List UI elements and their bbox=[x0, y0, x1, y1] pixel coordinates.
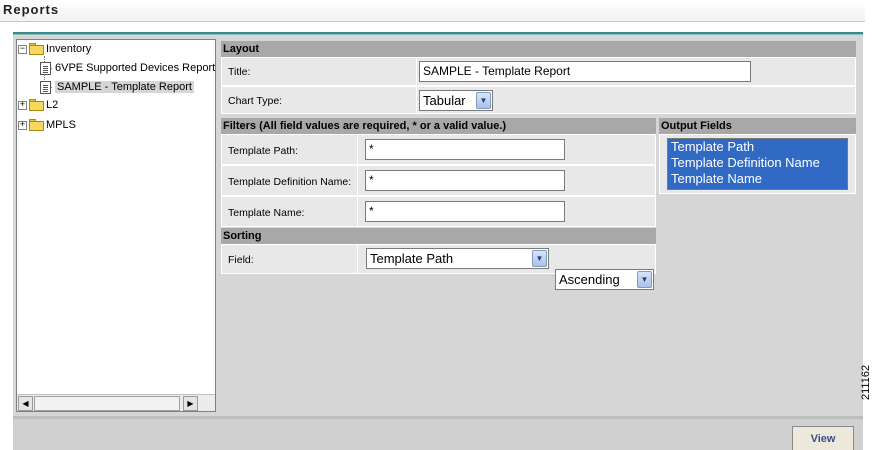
sorting-section-header: Sorting bbox=[221, 228, 656, 244]
tree-horizontal-scrollbar[interactable]: ◀ ▶ bbox=[17, 394, 215, 411]
sorting-field-row: Field: Template Path ▼ Ascending ▼ bbox=[221, 244, 656, 290]
scroll-left-icon[interactable]: ◀ bbox=[18, 396, 33, 411]
view-button[interactable]: View bbox=[792, 426, 854, 450]
chevron-down-icon[interactable]: ▼ bbox=[476, 92, 491, 109]
layout-section-header: Layout bbox=[221, 41, 856, 57]
sort-order-value: Ascending bbox=[559, 272, 620, 287]
filter-template-path-row: Template Path: * bbox=[221, 134, 656, 165]
sort-order-select[interactable]: Ascending ▼ bbox=[555, 269, 654, 290]
output-fields-list[interactable]: Template Path Template Definition Name T… bbox=[667, 138, 848, 190]
folder-open-icon bbox=[29, 43, 44, 55]
action-bar bbox=[13, 419, 863, 450]
chevron-down-icon[interactable]: ▼ bbox=[637, 271, 652, 288]
filter-template-definition-name-row: Template Definition Name: * bbox=[221, 165, 656, 196]
output-field-item[interactable]: Template Path bbox=[668, 139, 847, 155]
tree-item-sample-template-report[interactable]: SAMPLE - Template Report bbox=[40, 79, 194, 95]
layout-chart-type-row: Chart Type: Tabular ▼ bbox=[221, 86, 856, 114]
expand-icon[interactable]: + bbox=[18, 100, 27, 110]
filters-section-header: Filters (All field values are required, … bbox=[221, 118, 656, 134]
tree-item-label: 6VPE Supported Devices Report bbox=[55, 62, 216, 74]
output-fields-section-header: Output Fields bbox=[659, 118, 856, 134]
layout-title-row: Title: SAMPLE - Template Report bbox=[221, 57, 856, 86]
scrollbar-thumb[interactable] bbox=[34, 396, 180, 411]
output-field-item[interactable]: Template Name bbox=[668, 171, 847, 187]
sort-field-label: Field: bbox=[228, 254, 254, 266]
tree-item-label: L2 bbox=[46, 99, 59, 111]
title-label: Title: bbox=[228, 66, 251, 78]
tree-item-label: SAMPLE - Template Report bbox=[55, 81, 194, 93]
template-definition-name-label: Template Definition Name: bbox=[228, 176, 352, 188]
tree-item-inventory[interactable]: − Inventory bbox=[18, 41, 91, 57]
page-title: Reports bbox=[3, 2, 60, 17]
scroll-right-icon[interactable]: ▶ bbox=[183, 396, 198, 411]
chart-type-label: Chart Type: bbox=[228, 95, 283, 107]
report-tree: − Inventory 6VPE Supported Devices Repor… bbox=[16, 39, 216, 412]
folder-icon bbox=[29, 99, 44, 111]
document-icon bbox=[40, 61, 51, 75]
tree-item-label: MPLS bbox=[46, 119, 76, 131]
title-input[interactable]: SAMPLE - Template Report bbox=[419, 61, 751, 82]
chart-type-value: Tabular bbox=[423, 93, 466, 108]
chart-type-select[interactable]: Tabular ▼ bbox=[419, 90, 493, 111]
template-path-input[interactable]: * bbox=[365, 139, 565, 160]
template-name-input[interactable]: * bbox=[365, 201, 565, 222]
collapse-icon[interactable]: − bbox=[18, 44, 27, 54]
folder-icon bbox=[29, 119, 44, 131]
template-name-label: Template Name: bbox=[228, 207, 305, 219]
template-path-label: Template Path: bbox=[228, 145, 299, 157]
header-band bbox=[0, 0, 865, 22]
tree-item-6vpe-report[interactable]: 6VPE Supported Devices Report bbox=[40, 60, 215, 76]
document-icon bbox=[40, 80, 51, 94]
output-field-item[interactable]: Template Definition Name bbox=[668, 155, 847, 171]
template-definition-name-input[interactable]: * bbox=[365, 170, 565, 191]
expand-icon[interactable]: + bbox=[18, 120, 27, 130]
tree-item-mpls[interactable]: + MPLS bbox=[18, 117, 76, 133]
tree-item-label: Inventory bbox=[46, 43, 92, 55]
sort-field-select[interactable]: Template Path ▼ bbox=[366, 248, 549, 269]
tree-item-l2[interactable]: + L2 bbox=[18, 97, 58, 113]
figure-id: 211162 bbox=[860, 364, 872, 400]
sort-field-value: Template Path bbox=[370, 251, 454, 266]
chevron-down-icon[interactable]: ▼ bbox=[532, 250, 547, 267]
filter-template-name-row: Template Name: * bbox=[221, 196, 656, 227]
